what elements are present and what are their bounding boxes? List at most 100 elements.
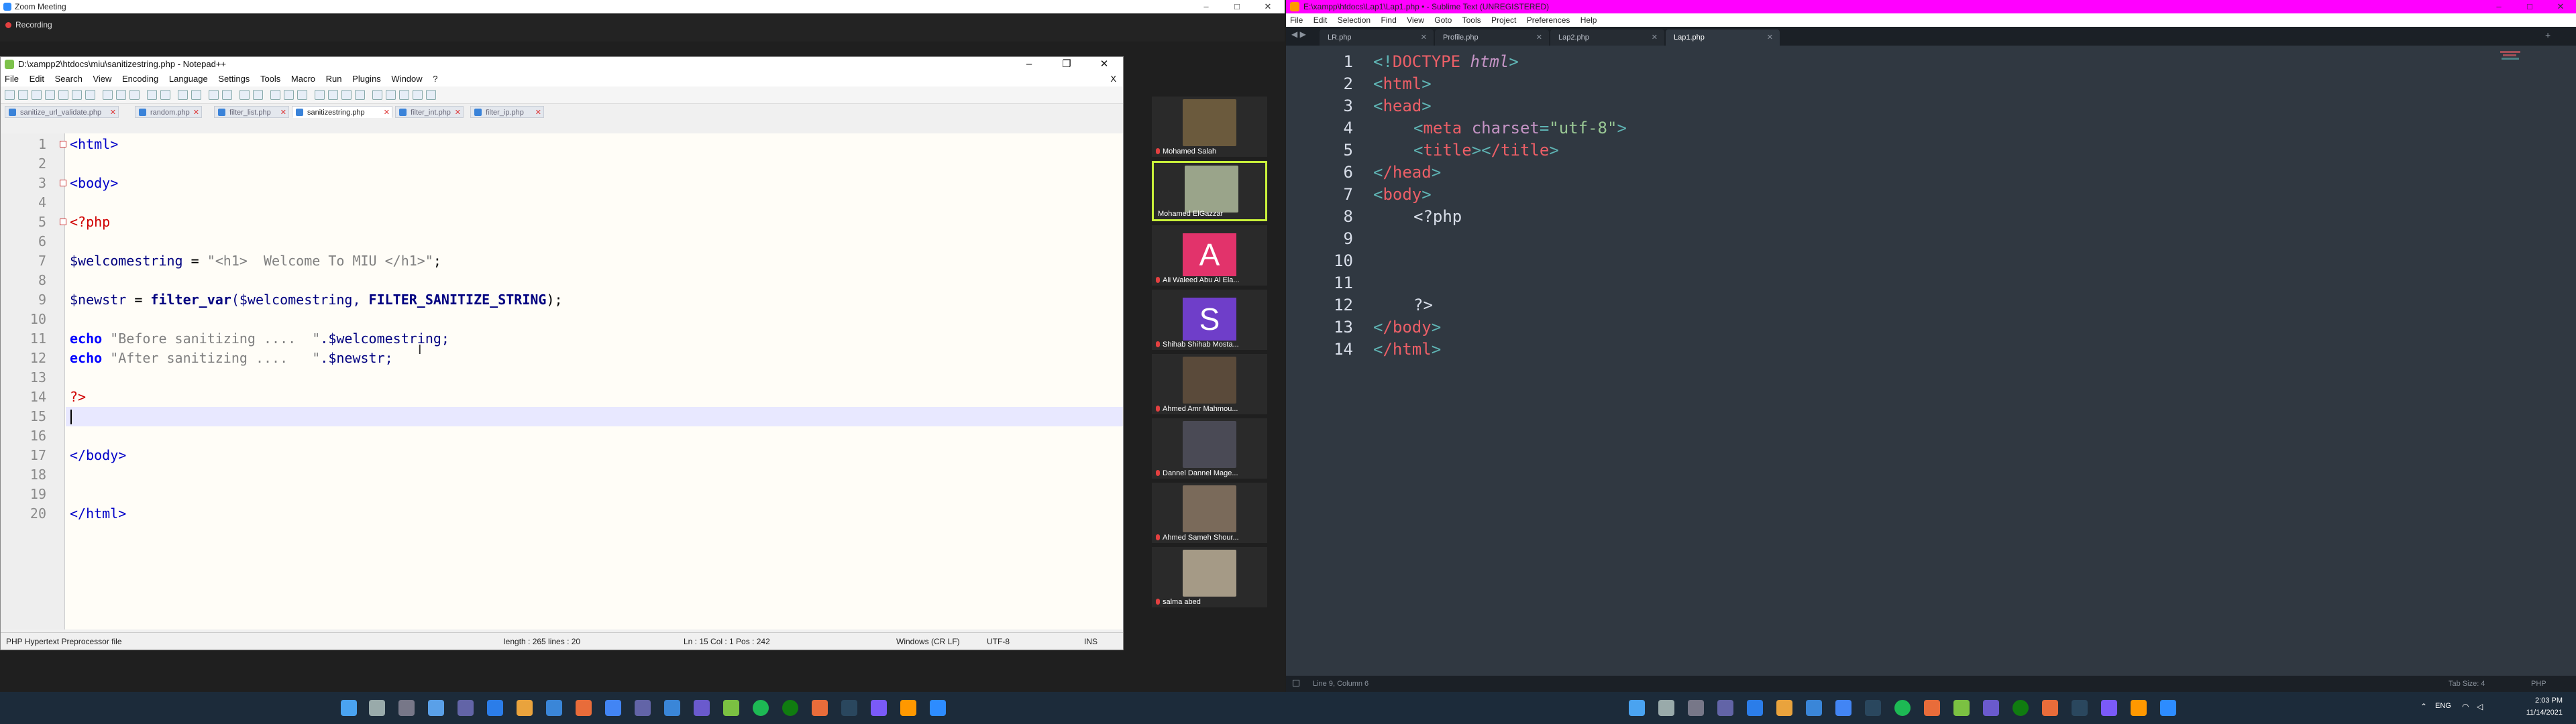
- monitoring-icon[interactable]: [355, 90, 365, 100]
- minimize-icon[interactable]: –: [1010, 57, 1048, 72]
- tab-sanitizestring[interactable]: sanitizestring.php ✕: [292, 106, 392, 118]
- start-icon[interactable]: [341, 700, 357, 716]
- xbox-icon[interactable]: [782, 700, 798, 716]
- sublime-taskbar-icon[interactable]: [900, 700, 916, 716]
- steam-icon-tertiary[interactable]: [2072, 700, 2088, 716]
- tab-nav-arrows-icon[interactable]: ◀ ▶: [1291, 29, 1306, 39]
- teams-icon-secondary[interactable]: [1717, 700, 1733, 716]
- menu-run[interactable]: Run: [322, 72, 346, 86]
- tab-filter-int[interactable]: filter_int.php ✕: [395, 106, 464, 118]
- close-document-icon[interactable]: X: [1110, 72, 1116, 86]
- print-icon[interactable]: [85, 90, 95, 100]
- doc-map-icon[interactable]: [315, 90, 325, 100]
- tab-profile[interactable]: Profile.php ✕: [1435, 29, 1549, 46]
- file-explorer-icon[interactable]: [517, 700, 533, 716]
- chrome-icon-secondary[interactable]: [1835, 700, 1851, 716]
- vs-icon-secondary[interactable]: [2101, 700, 2117, 716]
- tab-close-icon[interactable]: ✕: [1421, 29, 1427, 46]
- open-file-icon[interactable]: [18, 90, 28, 100]
- menu-macro[interactable]: Macro: [287, 72, 319, 86]
- menu-project[interactable]: Project: [1487, 13, 1520, 27]
- save-all-icon[interactable]: [45, 90, 55, 100]
- tab-filter-ip[interactable]: filter_ip.php ✕: [470, 106, 544, 118]
- minimize-icon[interactable]: –: [1191, 0, 1222, 13]
- maximize-icon[interactable]: □: [1222, 0, 1252, 13]
- fold-marker-icon[interactable]: [60, 180, 66, 186]
- menu-help[interactable]: Help: [1576, 13, 1601, 27]
- folder-workspace-icon[interactable]: [341, 90, 352, 100]
- xbox-icon-secondary[interactable]: [2012, 700, 2029, 716]
- fold-marker-icon[interactable]: [60, 141, 66, 147]
- menu-view[interactable]: View: [1403, 13, 1428, 27]
- notepadpp-editor[interactable]: 1 2 3 4 5 6 7 8 9 10 11 12 13 14 15 16 1…: [1, 133, 1123, 629]
- maximize-icon[interactable]: □: [2514, 0, 2545, 13]
- spotify-icon-secondary[interactable]: [1894, 700, 1911, 716]
- close-icon[interactable]: ✕: [2545, 0, 2576, 13]
- menu-search[interactable]: Search: [51, 72, 87, 86]
- tab-lr[interactable]: LR.php ✕: [1320, 29, 1434, 46]
- tab-close-icon[interactable]: ✕: [535, 107, 541, 117]
- language-indicator[interactable]: ENG: [2435, 702, 2451, 710]
- edge-icon-secondary[interactable]: [1747, 700, 1763, 716]
- redo-icon[interactable]: [160, 90, 170, 100]
- sublime-editor[interactable]: 1 2 3 4 5 6 7 8 9 10 11 12 13 14 <!DOCTY…: [1286, 46, 2576, 676]
- participant-tile[interactable]: Dannel Dannel Mage...: [1152, 418, 1267, 479]
- tab-lap2[interactable]: Lap2.php ✕: [1550, 29, 1664, 46]
- save-icon[interactable]: [32, 90, 42, 100]
- explorer-icon-secondary[interactable]: [1776, 700, 1792, 716]
- paste-icon[interactable]: [129, 90, 140, 100]
- tab-close-icon[interactable]: ✕: [193, 107, 199, 117]
- replace-icon[interactable]: [191, 90, 201, 100]
- participant-tile[interactable]: Ahmed Sameh Shour...: [1152, 483, 1267, 543]
- start-icon-secondary[interactable]: [1629, 700, 1645, 716]
- discord-icon[interactable]: [694, 700, 710, 716]
- function-list-icon[interactable]: [328, 90, 338, 100]
- steam-icon[interactable]: [841, 700, 857, 716]
- panel-toggle-icon[interactable]: [1293, 680, 1299, 686]
- close-file-icon[interactable]: [58, 90, 68, 100]
- tab-close-icon[interactable]: ✕: [384, 107, 390, 117]
- xampp-icon[interactable]: [812, 700, 828, 716]
- save-macro-icon[interactable]: [426, 90, 436, 100]
- indent-guide-icon[interactable]: [297, 90, 307, 100]
- steam-icon-secondary[interactable]: [1865, 700, 1881, 716]
- spotify-icon[interactable]: [753, 700, 769, 716]
- menu-encoding[interactable]: Encoding: [118, 72, 162, 86]
- menu-tools[interactable]: Tools: [1458, 13, 1485, 27]
- tab-close-icon[interactable]: ✕: [110, 107, 116, 117]
- task-view-icon[interactable]: [398, 700, 415, 716]
- vs-icon[interactable]: [871, 700, 887, 716]
- tab-close-icon[interactable]: ✕: [455, 107, 461, 117]
- task-view-icon-secondary[interactable]: [1688, 700, 1704, 716]
- menu-edit[interactable]: Edit: [1309, 13, 1332, 27]
- menu-view[interactable]: View: [89, 72, 115, 86]
- teams-icon[interactable]: [635, 700, 651, 716]
- notepadpp-taskbar-icon[interactable]: [723, 700, 739, 716]
- restore-icon[interactable]: ❐: [1048, 57, 1085, 72]
- participant-tile[interactable]: Mohamed Salah: [1152, 97, 1267, 157]
- sync-h-icon[interactable]: [253, 90, 263, 100]
- status-syntax[interactable]: PHP: [2531, 676, 2546, 692]
- tab-close-icon[interactable]: ✕: [1652, 29, 1658, 46]
- search-icon[interactable]: [369, 700, 385, 716]
- tab-sanitize-url-validate[interactable]: sanitize_url_validate.php ✕: [5, 106, 119, 118]
- close-icon[interactable]: ✕: [1252, 0, 1283, 13]
- new-file-icon[interactable]: [5, 90, 15, 100]
- sync-v-icon[interactable]: [239, 90, 250, 100]
- wifi-icon[interactable]: ◠: [2462, 702, 2469, 711]
- sublime-icon-secondary[interactable]: [2131, 700, 2147, 716]
- menu-help[interactable]: ?: [429, 72, 441, 86]
- mail-icon[interactable]: [546, 700, 562, 716]
- tray-overflow-icon[interactable]: ⌃: [2420, 702, 2427, 711]
- participant-tile[interactable]: Ahmed Amr Mahmou...: [1152, 354, 1267, 414]
- fold-marker-icon[interactable]: [60, 219, 66, 225]
- menu-plugins[interactable]: Plugins: [348, 72, 385, 86]
- clock[interactable]: 2:03 PM 11/14/2021: [2526, 695, 2563, 719]
- office-icon-secondary[interactable]: [2042, 700, 2058, 716]
- tab-filter-list[interactable]: filter_list.php ✕: [214, 106, 289, 118]
- xampp-icon-secondary[interactable]: [1924, 700, 1940, 716]
- teams-chat-icon[interactable]: [458, 700, 474, 716]
- edge-icon[interactable]: [487, 700, 503, 716]
- zoom-out-icon[interactable]: [222, 90, 232, 100]
- menu-selection[interactable]: Selection: [1334, 13, 1375, 27]
